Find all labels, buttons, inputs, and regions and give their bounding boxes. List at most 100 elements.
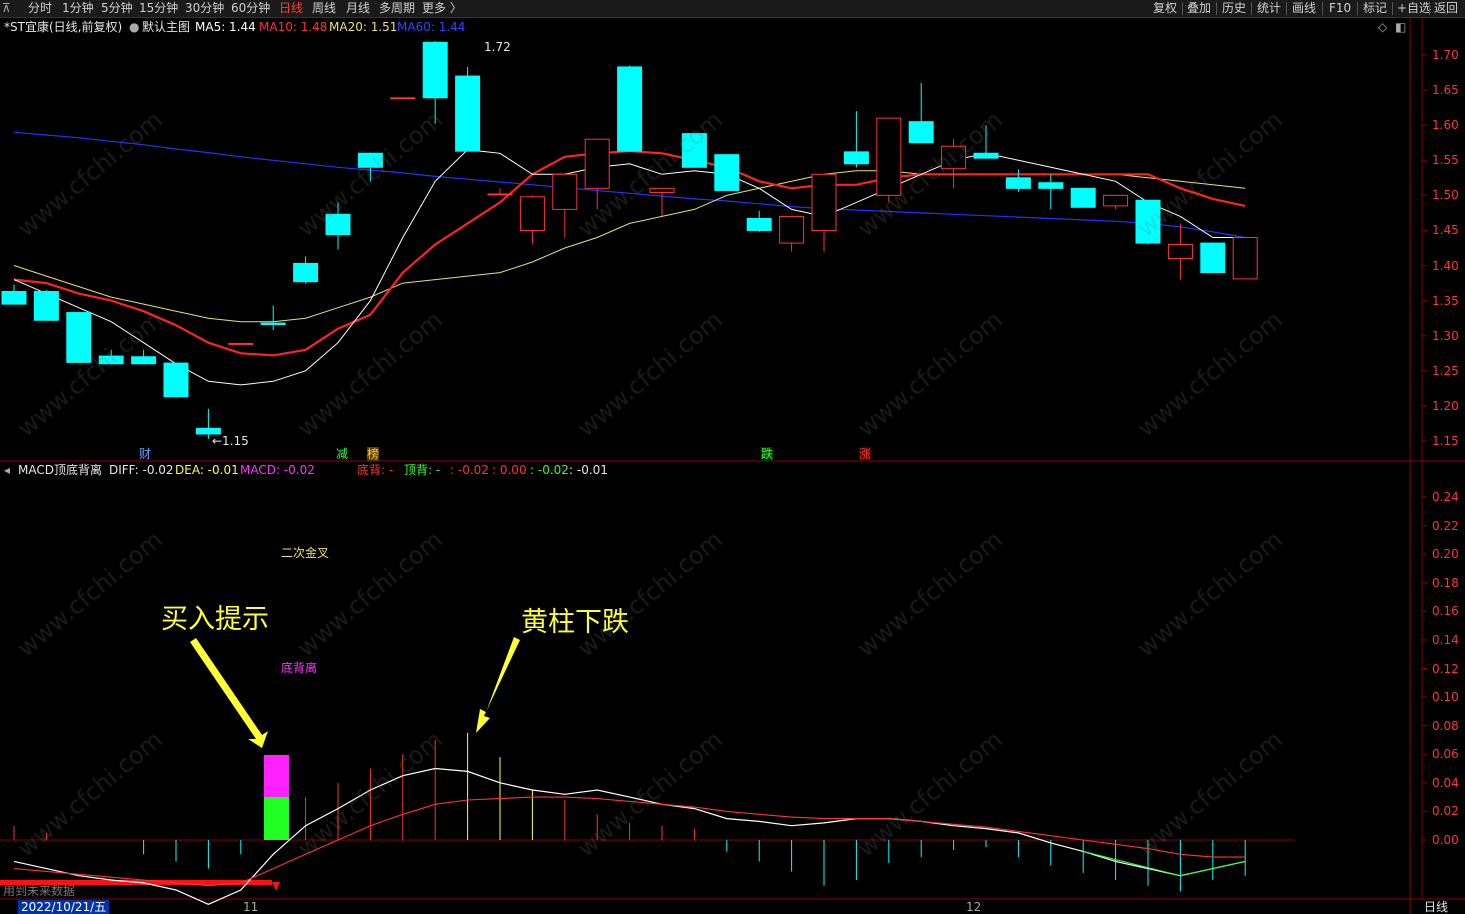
flag-limit-up[interactable]: 涨 bbox=[859, 447, 872, 461]
macd-axis-label: 0.24 bbox=[1432, 490, 1459, 504]
candle-down bbox=[325, 213, 351, 236]
candle-down bbox=[293, 262, 319, 283]
candle-down bbox=[98, 355, 124, 365]
price-axis-label: 1.15 bbox=[1432, 434, 1459, 448]
future-data-note: 用到未来数据 bbox=[3, 884, 76, 898]
kline-chart[interactable] bbox=[0, 0, 1465, 914]
candle-down bbox=[1038, 182, 1064, 189]
macd-axis-label: 0.06 bbox=[1432, 747, 1459, 762]
candle-down bbox=[33, 291, 59, 321]
candle-up bbox=[390, 97, 416, 100]
macd-axis-label: 0.20 bbox=[1432, 547, 1459, 562]
price-axis-label: 1.25 bbox=[1432, 363, 1459, 378]
candle-down bbox=[746, 218, 772, 231]
high-price-label: 1.72 bbox=[484, 40, 511, 54]
dea-line bbox=[13, 796, 1246, 887]
settings-dot-icon[interactable]: ● bbox=[129, 20, 139, 34]
macd-axis-label: 0.22 bbox=[1432, 518, 1459, 533]
price-axis-label: 1.55 bbox=[1432, 153, 1459, 168]
extra-value-4: : -0.01 bbox=[569, 463, 608, 477]
price-axis-label: 1.45 bbox=[1432, 223, 1459, 238]
ma20-value: MA20: 1.51 bbox=[329, 20, 398, 34]
price-axis-label: 1.65 bbox=[1432, 83, 1459, 98]
price-axis-label: 1.40 bbox=[1432, 258, 1459, 273]
diff-value: DIFF: -0.02 bbox=[109, 463, 174, 477]
macd-axis-label: 0.12 bbox=[1432, 661, 1459, 676]
candle-down bbox=[422, 41, 448, 99]
price-axis-label: 1.60 bbox=[1432, 118, 1459, 133]
diamond-icon[interactable]: ◇ bbox=[1378, 20, 1387, 34]
macd-indicator-name[interactable]: MACD顶底背离 bbox=[18, 463, 102, 477]
macd-axis-label: 0.02 bbox=[1432, 804, 1459, 819]
candle-up bbox=[1232, 236, 1258, 280]
flag-limit-down[interactable]: 跌 bbox=[761, 447, 774, 461]
collapse-icon[interactable]: ◂ bbox=[4, 463, 10, 477]
ma5-value: MA5: 1.44 bbox=[195, 20, 256, 34]
candle-down bbox=[1135, 199, 1161, 244]
extra-value-1: : -0.02 bbox=[450, 463, 489, 477]
candle-up bbox=[649, 187, 675, 194]
macd-axis-label: 0.10 bbox=[1432, 690, 1459, 705]
candle-down bbox=[908, 121, 934, 144]
candle-down bbox=[1200, 242, 1226, 274]
macd-axis-label: 0.18 bbox=[1432, 575, 1459, 590]
candle-up bbox=[1167, 243, 1193, 260]
ma10-value: MA10: 1.48 bbox=[259, 20, 328, 34]
golden-cross-block bbox=[264, 797, 289, 840]
candle-down bbox=[973, 152, 999, 159]
signal-marker bbox=[272, 882, 280, 891]
candle-up bbox=[941, 145, 967, 170]
candle-down bbox=[714, 154, 740, 191]
yellow-drop-callout: 黄柱下跌 bbox=[521, 607, 629, 638]
low-price-label: ←1.15 bbox=[212, 434, 249, 448]
dea-value: DEA: -0.01 bbox=[175, 463, 239, 477]
candle-down bbox=[1, 291, 27, 305]
month-11-label: 11 bbox=[243, 900, 259, 914]
candle-up bbox=[228, 342, 254, 345]
candle-up bbox=[552, 173, 578, 210]
stock-title: *ST宜康(日线,前复权) bbox=[4, 20, 123, 34]
golden-cross-label: 二次金叉 bbox=[281, 546, 330, 560]
price-axis-label: 1.50 bbox=[1432, 188, 1459, 203]
candle-down bbox=[163, 362, 189, 398]
flag-rank[interactable]: 榜 bbox=[367, 447, 380, 461]
candle-up bbox=[811, 173, 837, 231]
candle-up bbox=[519, 196, 545, 231]
candle-down bbox=[681, 133, 707, 168]
flag-reduce[interactable]: 减 bbox=[336, 447, 348, 461]
panel-toggle-icon[interactable]: ◧ bbox=[1395, 20, 1406, 34]
macd-axis-label: 0.08 bbox=[1432, 718, 1459, 733]
extra-value-3: : -0.02 bbox=[530, 463, 569, 477]
candle-down bbox=[843, 151, 869, 165]
macd-value: MACD: -0.02 bbox=[240, 463, 315, 477]
candle-up bbox=[779, 215, 805, 244]
macd-axis-label: 0.04 bbox=[1432, 775, 1459, 790]
month-12-label: 12 bbox=[966, 900, 982, 914]
candle-down bbox=[260, 322, 286, 325]
bottom-divergence-value: 底背: - bbox=[357, 463, 394, 477]
candle-up bbox=[1103, 194, 1129, 207]
macd-axis-label: 0.00 bbox=[1432, 833, 1459, 847]
yellow-drop-arrow bbox=[476, 637, 520, 733]
candle-down bbox=[455, 75, 481, 152]
bottom-divergence-block bbox=[264, 755, 289, 797]
candle-down bbox=[357, 152, 383, 168]
flag-finance[interactable]: 财 bbox=[139, 447, 151, 461]
candle-up bbox=[876, 117, 902, 196]
template-name[interactable]: 默认主图 bbox=[142, 20, 190, 34]
ma10-line bbox=[13, 149, 1246, 357]
dea-green-segment bbox=[1083, 850, 1246, 877]
candle-up bbox=[487, 193, 513, 196]
extra-value-2: : 0.00 bbox=[492, 463, 527, 477]
candle-down bbox=[617, 66, 643, 152]
bottom-divergence-label: 底背离 bbox=[281, 661, 318, 675]
price-axis-label: 1.70 bbox=[1432, 48, 1459, 62]
price-axis-label: 1.35 bbox=[1432, 293, 1459, 308]
date-label: 2022/10/21/五 bbox=[18, 900, 110, 914]
top-divergence-value: 顶背: - bbox=[404, 463, 441, 477]
buy-hint-callout: 买入提示 bbox=[161, 604, 269, 635]
period-tab-daily[interactable]: 日线 bbox=[1424, 900, 1448, 914]
price-axis-label: 1.20 bbox=[1432, 398, 1459, 413]
candle-down bbox=[1070, 187, 1096, 208]
buy-hint-arrow bbox=[190, 638, 268, 748]
